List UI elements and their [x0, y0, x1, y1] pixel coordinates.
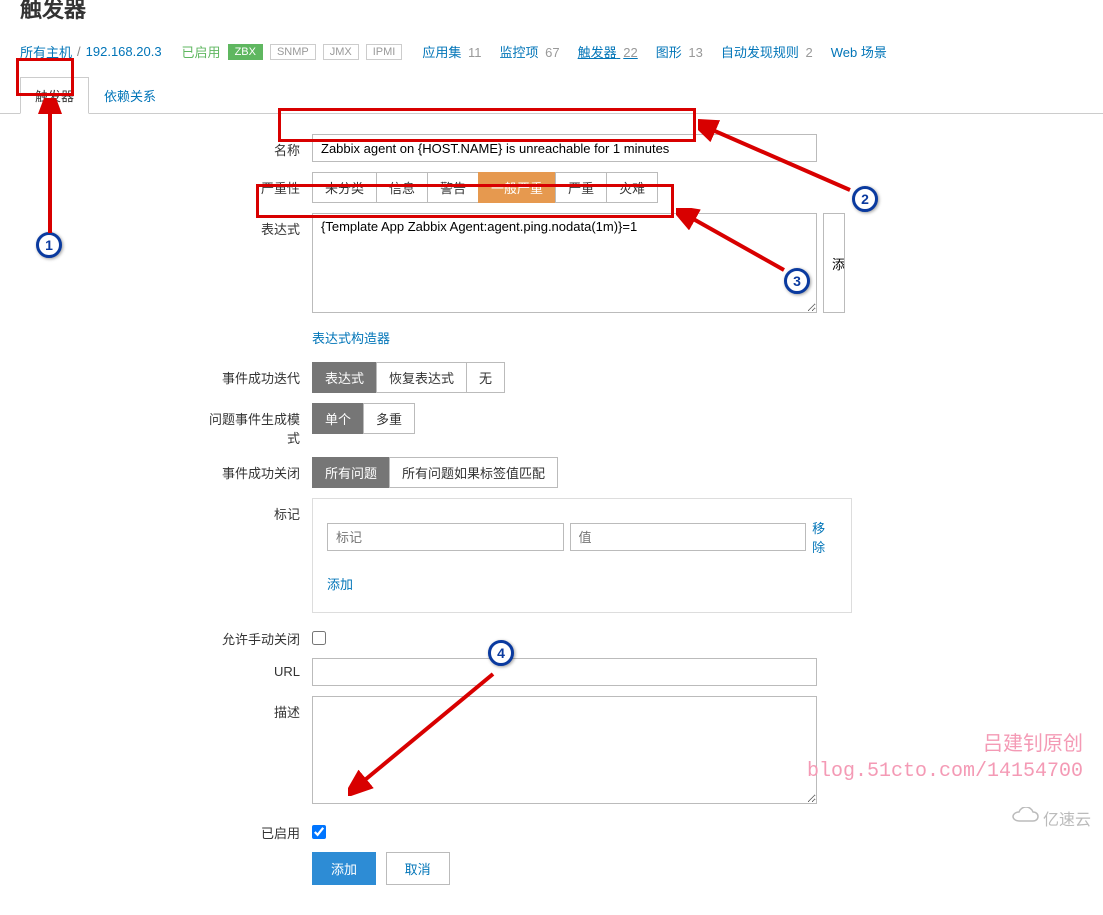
tab-trigger[interactable]: 触发器	[20, 77, 89, 114]
severity-label: 严重性	[200, 172, 312, 197]
event-ok-none[interactable]: 无	[466, 362, 505, 393]
cloud-icon	[1011, 807, 1039, 830]
expression-add-button[interactable]: 添	[823, 213, 845, 313]
breadcrumb: 所有主机 / 192.168.20.3 已启用 ZBX SNMP JMX IPM…	[0, 42, 1103, 61]
event-ok-label: 事件成功迭代	[200, 362, 312, 387]
name-label: 名称	[200, 134, 312, 159]
cancel-button[interactable]: 取消	[386, 852, 450, 885]
severity-information[interactable]: 信息	[376, 172, 428, 203]
watermark-text: 吕建钊原创 blog.51cto.com/14154700	[807, 733, 1083, 785]
badge-jmx: JMX	[323, 44, 359, 60]
nav-triggers[interactable]: 触发器 22	[578, 42, 638, 61]
ok-close-tag-match[interactable]: 所有问题如果标签值匹配	[389, 457, 558, 488]
url-label: URL	[200, 658, 312, 679]
severity-warning[interactable]: 警告	[427, 172, 479, 203]
description-input[interactable]	[312, 696, 817, 804]
event-ok-group: 表达式 恢复表达式 无	[312, 362, 505, 393]
severity-average[interactable]: 一般严重	[478, 172, 556, 203]
expression-label: 表达式	[200, 213, 312, 238]
nav-discovery[interactable]: 自动发现规则 2	[721, 42, 813, 61]
tab-dependencies[interactable]: 依赖关系	[89, 77, 171, 114]
problem-mode-label: 问题事件生成模式	[200, 403, 312, 447]
tag-name-input[interactable]	[327, 523, 564, 551]
severity-not-classified[interactable]: 未分类	[312, 172, 377, 203]
status-enabled: 已启用	[182, 42, 221, 61]
manual-close-label: 允许手动关闭	[200, 623, 312, 648]
nav-web[interactable]: Web 场景	[831, 42, 887, 61]
expression-input[interactable]	[312, 213, 817, 313]
url-input[interactable]	[312, 658, 817, 686]
severity-high[interactable]: 严重	[555, 172, 607, 203]
severity-group: 未分类 信息 警告 一般严重 严重 灾难	[312, 172, 658, 203]
tags-label: 标记	[200, 498, 312, 523]
problem-mode-single[interactable]: 单个	[312, 403, 364, 434]
nav-items[interactable]: 监控项 67	[500, 42, 560, 61]
ok-close-label: 事件成功关闭	[200, 457, 312, 482]
tag-add-link[interactable]: 添加	[327, 569, 353, 598]
description-label: 描述	[200, 696, 312, 721]
tag-remove-link[interactable]: 移除	[812, 513, 837, 561]
enabled-label: 已启用	[200, 817, 312, 842]
problem-mode-group: 单个 多重	[312, 403, 415, 434]
watermark-logo: 亿速云	[1011, 806, 1091, 830]
severity-disaster[interactable]: 灾难	[606, 172, 658, 203]
ok-close-group: 所有问题 所有问题如果标签值匹配	[312, 457, 558, 488]
form-area: 名称 严重性 未分类 信息 警告 一般严重 严重 灾难 表达式 添 表达式构造器	[0, 114, 1103, 915]
nav-graphs[interactable]: 图形 13	[656, 42, 703, 61]
nav-apps[interactable]: 应用集 11	[422, 42, 481, 61]
tag-row: 移除	[327, 513, 837, 561]
host-nav: 应用集 11 监控项 67 触发器 22 图形 13 自动发现规则 2 Web …	[422, 42, 886, 61]
page-title: 触发器	[0, 0, 1103, 24]
tag-value-input[interactable]	[570, 523, 807, 551]
expression-builder-link[interactable]: 表达式构造器	[312, 323, 390, 352]
name-input[interactable]	[312, 134, 817, 162]
badge-snmp: SNMP	[270, 44, 316, 60]
badge-ipmi: IPMI	[366, 44, 403, 60]
tabs: 触发器 依赖关系	[0, 76, 1103, 114]
breadcrumb-sep: /	[77, 44, 81, 59]
manual-close-checkbox[interactable]	[312, 631, 326, 645]
breadcrumb-all-hosts[interactable]: 所有主机	[20, 42, 72, 61]
breadcrumb-host[interactable]: 192.168.20.3	[86, 44, 162, 59]
event-ok-recovery[interactable]: 恢复表达式	[376, 362, 467, 393]
tags-wrapper: 移除 添加	[312, 498, 852, 613]
badge-zbx: ZBX	[228, 44, 263, 60]
submit-button[interactable]: 添加	[312, 852, 376, 885]
event-ok-expression[interactable]: 表达式	[312, 362, 377, 393]
enabled-checkbox[interactable]	[312, 825, 326, 839]
problem-mode-multiple[interactable]: 多重	[363, 403, 415, 434]
ok-close-all[interactable]: 所有问题	[312, 457, 390, 488]
